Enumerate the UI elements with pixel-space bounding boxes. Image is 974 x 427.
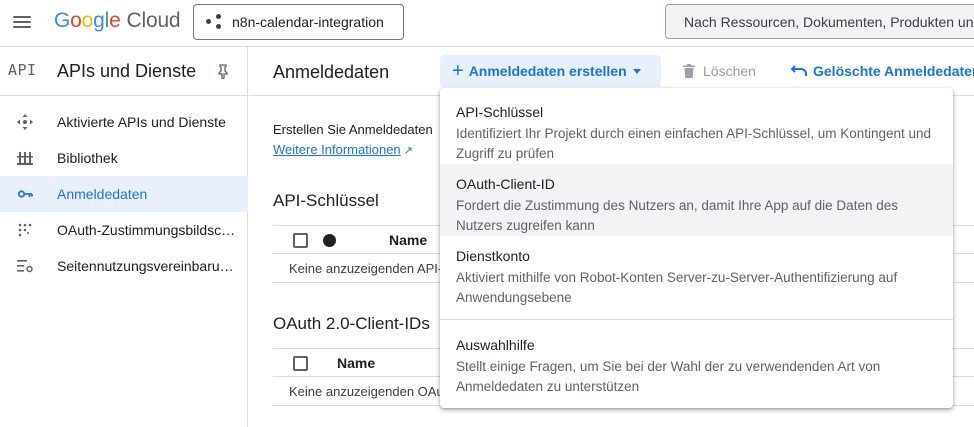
project-icon [206,14,222,30]
sidebar-item-page-usage[interactable]: Seitennutzungsvereinbarungen [0,248,248,284]
api-keys-section-title: API-Schlüssel [273,191,379,210]
menu-item-service-account[interactable]: Dienstkonto Aktiviert mithilfe von Robot… [440,236,953,308]
consent-icon [18,223,32,237]
sidebar-item-label: OAuth-Zustimmungsbildschirm [57,222,237,238]
sidebar-divider [0,95,248,96]
sidebar-item-enabled-apis[interactable]: Aktivierte APIs und Dienste [0,104,248,140]
menu-item-description: Fordert die Zustimmung des Nutzers an, d… [456,198,898,233]
sidebar-title: APIs und Dienste [57,61,197,81]
menu-icon[interactable] [10,10,34,34]
page-settings-icon [17,260,33,273]
key-icon [17,190,33,198]
oauth-section-title: OAuth 2.0-Client-IDs [273,314,430,333]
sidebar-item-label: Seitennutzungsvereinbarungen [57,258,237,274]
dropdown-arrow-icon [632,68,641,74]
apis-icon [17,114,33,130]
plus-icon: + [452,60,464,82]
create-credentials-label: Anmeldedaten erstellen [468,63,627,79]
sidebar-item-credentials[interactable]: Anmeldedaten [0,176,248,212]
sidebar-item-label: Anmeldedaten [57,186,148,202]
trash-icon [683,64,695,78]
project-name: n8n-calendar-integration [232,14,384,30]
create-credentials-button[interactable]: + Anmeldedaten erstellen [440,55,661,87]
undo-icon [791,65,807,76]
column-header-name[interactable]: Name [337,355,375,371]
sidebar-item-library[interactable]: Bibliothek [0,140,248,176]
menu-item-description: Stellt einige Fragen, um Sie bei der Wah… [456,359,881,394]
column-header-name[interactable]: Name [389,232,427,248]
status-icon [323,234,336,247]
api-badge: API [8,61,37,79]
select-all-checkbox[interactable] [293,356,308,371]
intro-text: Erstellen Sie Anmeldedaten [273,122,433,137]
menu-item-title: Auswahlhilfe [456,337,535,353]
menu-item-oauth-client-id[interactable]: OAuth-Client-ID Fordert die Zustimmung d… [440,164,953,236]
menu-item-help-me-choose[interactable]: Auswahlhilfe Stellt einige Fragen, um Si… [440,325,953,397]
deleted-credentials-label: Gelöschte Anmeldedaten [813,63,974,79]
pin-icon[interactable] [215,63,231,79]
delete-button[interactable]: Löschen [683,55,756,87]
menu-item-description: Identifiziert Ihr Projekt durch einen ei… [456,126,932,161]
external-link-icon: ↗ [403,145,413,157]
sidebar: API APIs und Dienste Aktivierte APIs und… [0,47,248,427]
menu-item-title: API-Schlüssel [456,104,544,120]
deleted-credentials-button[interactable]: Gelöschte Anmeldedaten [791,55,974,87]
menu-item-title: OAuth-Client-ID [456,176,555,192]
top-bar: Google Cloud n8n-calendar-integration Nac… [0,0,974,46]
menu-item-description: Aktiviert mithilfe von Robot-Konten Serv… [456,270,898,305]
delete-label: Löschen [703,63,756,79]
more-info-label: Weitere Informationen [273,142,401,157]
menu-item-title: Dienstkonto [456,248,530,264]
page-title: Anmeldedaten [273,62,390,82]
search-placeholder: Nach Ressourcen, Dokumenten, Produkten u… [684,13,974,30]
google-cloud-logo[interactable]: Google Cloud [54,9,181,33]
project-selector-button[interactable]: n8n-calendar-integration [193,4,404,40]
menu-divider [440,319,953,320]
select-all-checkbox[interactable] [293,233,308,248]
menu-item-api-key[interactable]: API-Schlüssel Identifiziert Ihr Projekt … [440,92,953,164]
sidebar-item-label: Bibliothek [57,150,118,166]
library-icon [17,152,33,165]
create-credentials-menu: API-Schlüssel Identifiziert Ihr Projekt … [440,88,953,408]
sidebar-header: API APIs und Dienste [0,47,248,95]
more-info-link[interactable]: Weitere Informationen ↗ [273,142,413,157]
sidebar-item-oauth-consent[interactable]: OAuth-Zustimmungsbildschirm [0,212,248,248]
search-input[interactable]: Nach Ressourcen, Dokumenten, Produkten u… [665,4,974,39]
sidebar-item-label: Aktivierte APIs und Dienste [57,114,226,130]
